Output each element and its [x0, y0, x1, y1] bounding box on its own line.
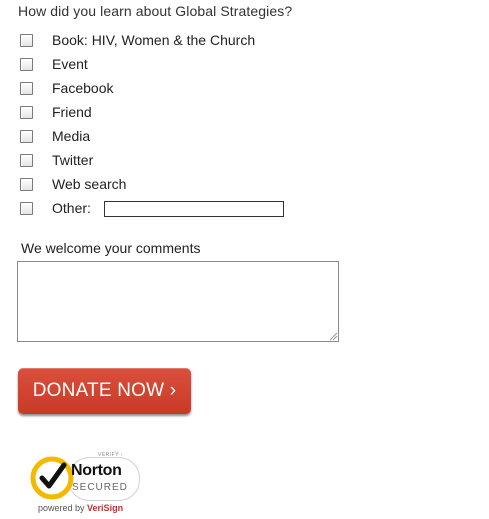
option-label: Media [52, 128, 91, 144]
norton-wordmark: Norton [71, 462, 122, 479]
checkbox-other[interactable] [20, 202, 33, 215]
option-label: Friend [52, 104, 92, 120]
other-text-input[interactable] [104, 201, 284, 217]
verisign-label: VeriSign [87, 503, 124, 513]
secured-label: SECURED [72, 482, 128, 493]
comments-textarea[interactable] [17, 261, 339, 342]
question-label: How did you learn about Global Strategie… [18, 3, 293, 19]
powered-by-label: powered by [38, 503, 85, 513]
checkbox-event[interactable] [20, 58, 33, 71]
resize-grip-icon[interactable] [328, 331, 338, 341]
checkmark-seal-icon [30, 456, 74, 500]
option-label: Event [52, 56, 88, 72]
option-label: Web search [52, 176, 127, 192]
option-label: Twitter [52, 152, 94, 168]
checkbox-media[interactable] [20, 130, 33, 143]
checkbox-web-search[interactable] [20, 178, 33, 191]
comments-label: We welcome your comments [21, 240, 201, 256]
checkbox-book[interactable] [20, 34, 33, 47]
verify-label: VERIFY › [98, 452, 124, 458]
checkbox-facebook[interactable] [20, 82, 33, 95]
option-label: Book: HIV, Women & the Church [52, 32, 256, 48]
donate-now-button[interactable]: DONATE NOW › [18, 368, 191, 414]
option-label: Other: [52, 200, 91, 216]
option-label: Facebook [52, 80, 114, 96]
checkbox-twitter[interactable] [20, 154, 33, 167]
checkbox-friend[interactable] [20, 106, 33, 119]
powered-by-line: powered by VeriSign [38, 503, 123, 513]
